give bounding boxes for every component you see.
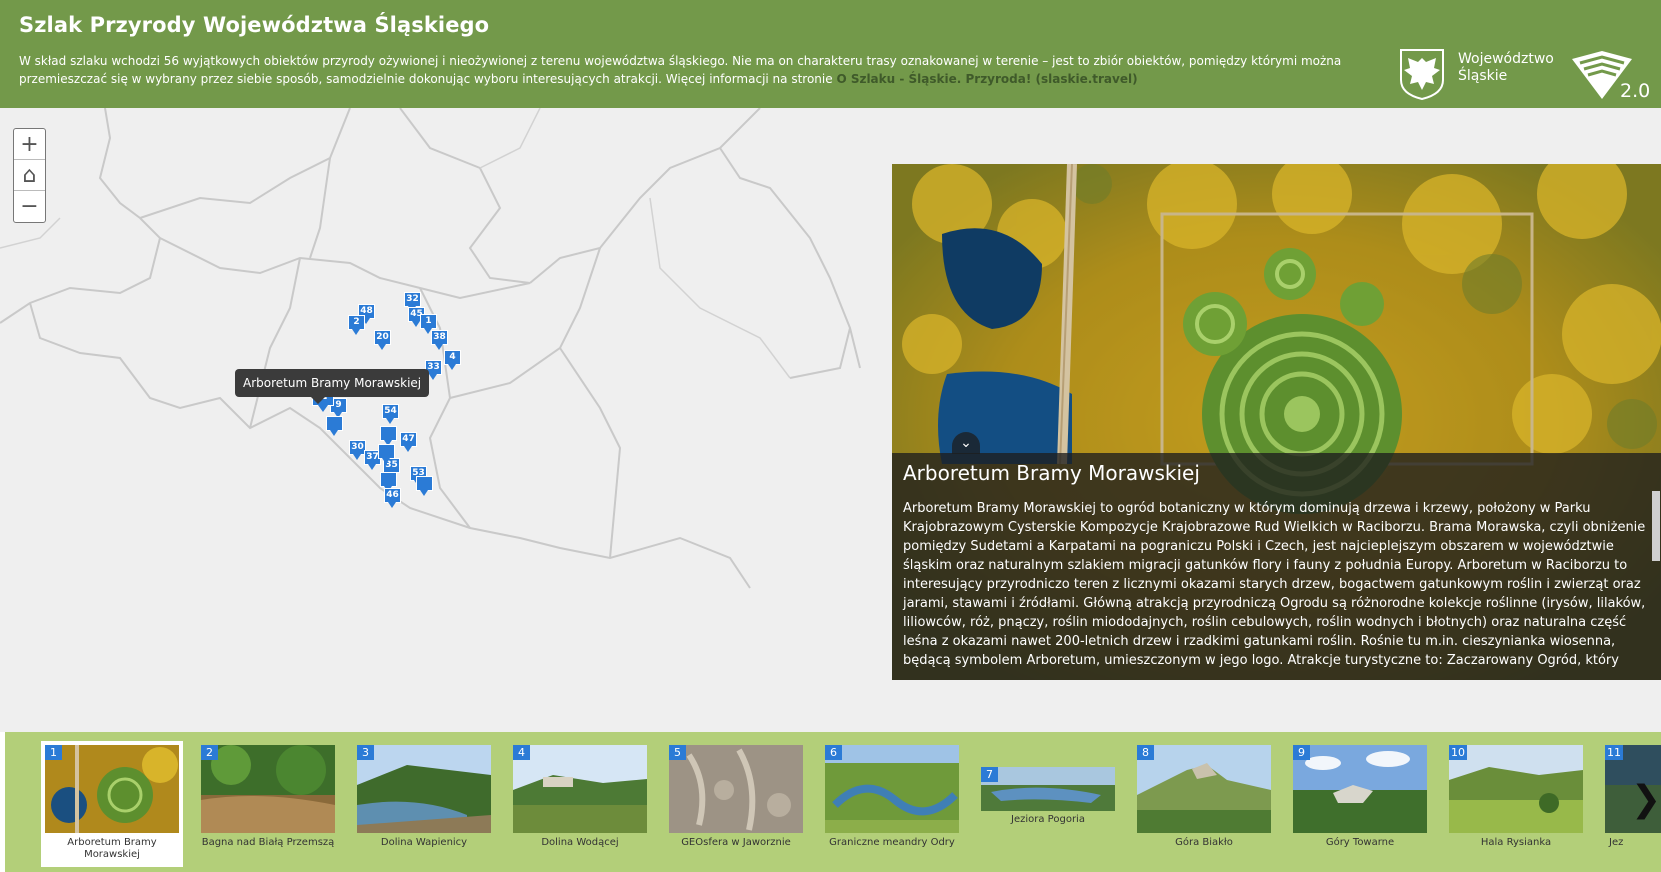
thumbnail-item[interactable]: 7 Jeziora Pogoria (977, 741, 1119, 867)
carousel-next-button[interactable]: ❯ (1631, 780, 1661, 820)
map-marker[interactable]: 38 (431, 330, 448, 350)
thumbnail-carousel: 1 Arboretum Bramy Morawskiej 2 Bagna nad… (0, 732, 1661, 872)
info-panel: ⌄ Arboretum Bramy Morawskiej Arboretum B… (892, 164, 1661, 680)
info-caption: Arboretum Bramy Morawskiej Arboretum Bra… (892, 453, 1661, 680)
zoom-controls: + ⌂ − (13, 128, 46, 223)
thumbnail-label: GEOsfera w Jaworznie (681, 837, 791, 848)
app-description: W skład szlaku wchodzi 56 wyjątkowych ob… (19, 52, 1389, 88)
map-marker[interactable] (380, 426, 397, 446)
description-text: W skład szlaku wchodzi 56 wyjątkowych ob… (19, 54, 1342, 86)
info-link[interactable]: O Szlaku - Śląskie. Przyroda! (slaskie.t… (836, 72, 1137, 86)
version-number: 2.0 (1620, 80, 1651, 102)
thumbnail-label: Góra Biakło (1175, 837, 1233, 848)
zoom-out-button[interactable]: − (14, 191, 45, 222)
map-marker[interactable]: 2 (348, 315, 365, 335)
thumbnail-item[interactable]: 8 Góra Biakło (1133, 741, 1275, 867)
eagle-emblem-icon (1400, 49, 1444, 100)
home-button[interactable]: ⌂ (14, 160, 45, 191)
thumbnail-item[interactable]: 2 Bagna nad Białą Przemszą (197, 741, 339, 867)
region-logo-text: Województwo Śląskie (1458, 51, 1554, 85)
info-scrollbar[interactable] (1652, 491, 1660, 561)
map-marker[interactable] (416, 476, 433, 496)
thumbnail-item[interactable]: 1 Arboretum Bramy Morawskiej (41, 741, 183, 867)
info-title: Arboretum Bramy Morawskiej (903, 461, 1200, 485)
thumbnail-strip: 1 Arboretum Bramy Morawskiej 2 Bagna nad… (5, 732, 1661, 872)
map-marker[interactable]: 4 (444, 350, 461, 370)
thumbnail-item[interactable]: 9 Góry Towarne (1289, 741, 1431, 867)
thumbnail-label: Hala Rysianka (1480, 837, 1552, 848)
thumbnail-item[interactable]: 10 Hala Rysianka (1445, 741, 1587, 867)
map-marker[interactable]: 46 (384, 488, 401, 508)
marker-tooltip: Arboretum Bramy Morawskiej (235, 369, 430, 404)
map-marker[interactable] (326, 416, 343, 436)
thumbnail-label: Bagna nad Białą Przemszą (201, 837, 335, 848)
thumbnail-label: Jeziora Pogoria (1011, 814, 1085, 825)
thumbnail-label: Arboretum Bramy Morawskiej (67, 837, 157, 860)
thumbnail-label: Dolina Wodącej (541, 837, 619, 848)
collapse-toggle-button[interactable]: ⌄ (952, 432, 980, 454)
map-marker[interactable] (378, 444, 395, 464)
app-header: Szlak Przyrody Województwa Śląskiego W s… (0, 0, 1661, 108)
app-title: Szlak Przyrody Województwa Śląskiego (19, 13, 490, 37)
thumbnail-label: Dolina Wapienicy (380, 837, 468, 848)
zoom-in-button[interactable]: + (14, 129, 45, 160)
thumbnail-item[interactable]: 5 GEOsfera w Jaworznie (665, 741, 807, 867)
region-logo-line1: Województwo (1458, 51, 1554, 67)
info-text: Arboretum Bramy Morawskiej to ogród bota… (903, 501, 1646, 668)
thumbnail-item[interactable]: 4 Dolina Wodącej (509, 741, 651, 867)
thumbnail-label: Góry Towarne (1325, 837, 1395, 848)
map-marker[interactable]: 20 (374, 330, 391, 350)
map-marker[interactable]: 47 (400, 432, 417, 452)
thumbnail-label: Jez (1609, 837, 1624, 848)
thumbnail-item[interactable]: 3 Dolina Wapienicy (353, 741, 495, 867)
thumbnail-item[interactable]: 6 Graniczne meandry Odry (821, 741, 963, 867)
region-logo-line2: Śląskie (1458, 68, 1508, 84)
thumbnail-label: Graniczne meandry Odry (829, 837, 955, 848)
map-marker[interactable]: 54 (382, 404, 399, 424)
